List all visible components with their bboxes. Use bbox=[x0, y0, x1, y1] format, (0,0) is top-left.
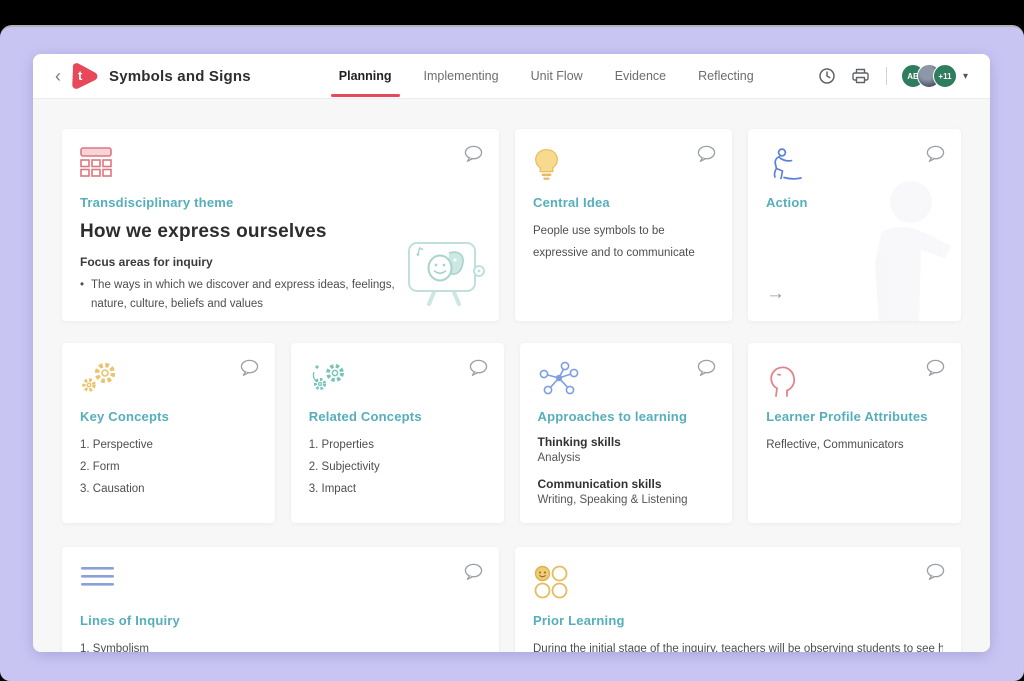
concept-list: 1. Perspective 2. Form 3. Causation bbox=[80, 435, 257, 501]
attributes-text: Reflective, Communicators bbox=[766, 435, 943, 457]
app-window: ‹ t Symbols and Signs Planning Implement… bbox=[33, 54, 990, 652]
card-prior-learning[interactable]: Prior Learning During the initial stage … bbox=[515, 547, 961, 652]
inquiry-list: 1. Symbolism bbox=[80, 639, 481, 652]
collaborator-avatars[interactable]: AB +11 ▾ bbox=[901, 64, 968, 88]
skill-section-text: Writing, Speaking & Listening bbox=[538, 494, 715, 506]
print-icon[interactable] bbox=[850, 65, 872, 87]
comment-bubble-icon[interactable] bbox=[468, 358, 489, 382]
toddle-logo[interactable]: t bbox=[69, 61, 99, 91]
network-molecule-icon bbox=[538, 361, 715, 395]
card-row-1: Transdisciplinary theme How we express o… bbox=[62, 129, 961, 321]
card-label: Central Idea bbox=[533, 195, 714, 210]
skills-sections: Thinking skills Analysis Communication s… bbox=[538, 435, 715, 506]
comment-bubble-icon[interactable] bbox=[463, 144, 484, 168]
gears-icon bbox=[80, 361, 257, 395]
list-item: 3. Causation bbox=[80, 479, 257, 501]
prior-learning-text: During the initial stage of the inquiry,… bbox=[533, 639, 943, 652]
card-label: Lines of Inquiry bbox=[80, 613, 481, 628]
comment-bubble-icon[interactable] bbox=[925, 358, 946, 382]
expand-arrow-icon[interactable]: → bbox=[766, 283, 785, 305]
tab-reflecting[interactable]: Reflecting bbox=[698, 54, 754, 99]
unit-title: Symbols and Signs bbox=[109, 68, 251, 85]
theatre-masks-illustration bbox=[403, 238, 489, 313]
logo-letter: t bbox=[78, 68, 82, 83]
comment-bubble-icon[interactable] bbox=[696, 358, 717, 382]
card-label: Transdisciplinary theme bbox=[80, 195, 481, 210]
card-row-2: Key Concepts 1. Perspective 2. Form 3. C… bbox=[62, 343, 961, 523]
focus-area-text: The ways in which we discover and expres… bbox=[91, 276, 425, 314]
chevron-down-icon[interactable]: ▾ bbox=[963, 71, 968, 82]
tab-unit-flow[interactable]: Unit Flow bbox=[531, 54, 583, 99]
calendar-grid-icon bbox=[80, 147, 481, 181]
card-action[interactable]: Action → bbox=[748, 129, 961, 321]
card-label: Approaches to learning bbox=[538, 409, 715, 424]
focus-area-item: • The ways in which we discover and expr… bbox=[80, 276, 425, 314]
list-item: 1. Perspective bbox=[80, 435, 257, 457]
bullet-glyph: • bbox=[80, 276, 84, 314]
card-approaches-to-learning[interactable]: Approaches to learning Thinking skills A… bbox=[520, 343, 733, 523]
avatar-overflow-count[interactable]: +11 bbox=[933, 64, 957, 88]
tab-planning[interactable]: Planning bbox=[339, 54, 392, 99]
skill-section-title: Thinking skills bbox=[538, 435, 715, 449]
comment-bubble-icon[interactable] bbox=[925, 144, 946, 168]
list-item: 2. Form bbox=[80, 457, 257, 479]
card-key-concepts[interactable]: Key Concepts 1. Perspective 2. Form 3. C… bbox=[62, 343, 275, 523]
lightbulb-icon bbox=[533, 147, 714, 181]
card-learner-profile-attributes[interactable]: Learner Profile Attributes Reflective, C… bbox=[748, 343, 961, 523]
header-divider bbox=[886, 67, 887, 85]
skill-section-text: Analysis bbox=[538, 452, 715, 464]
card-row-3: Lines of Inquiry 1. Symbolism bbox=[62, 547, 961, 652]
circles-smiley-icon bbox=[533, 565, 943, 599]
card-label: Related Concepts bbox=[309, 409, 486, 424]
list-item: 1. Properties bbox=[309, 435, 486, 457]
action-person-icon bbox=[766, 147, 943, 181]
card-label: Learner Profile Attributes bbox=[766, 409, 943, 424]
card-label: Action bbox=[766, 195, 943, 210]
list-item: 3. Impact bbox=[309, 479, 486, 501]
comment-bubble-icon[interactable] bbox=[239, 358, 260, 382]
desktop-background: ‹ t Symbols and Signs Planning Implement… bbox=[0, 25, 1024, 681]
skill-section-title: Communication skills bbox=[538, 477, 715, 491]
comment-bubble-icon[interactable] bbox=[925, 562, 946, 586]
card-label: Key Concepts bbox=[80, 409, 257, 424]
gears-orbit-icon bbox=[309, 361, 486, 395]
header-actions: AB +11 ▾ bbox=[816, 64, 968, 88]
tab-implementing[interactable]: Implementing bbox=[424, 54, 499, 99]
list-item: 1. Symbolism bbox=[80, 639, 481, 652]
card-central-idea[interactable]: Central Idea People use symbols to be ex… bbox=[515, 129, 732, 321]
central-idea-text: People use symbols to be expressive and … bbox=[533, 221, 714, 265]
list-item: 2. Subjectivity bbox=[309, 457, 486, 479]
card-related-concepts[interactable]: Related Concepts 1. Properties 2. Subjec… bbox=[291, 343, 504, 523]
concept-list: 1. Properties 2. Subjectivity 3. Impact bbox=[309, 435, 486, 501]
card-lines-of-inquiry[interactable]: Lines of Inquiry 1. Symbolism bbox=[62, 547, 499, 652]
history-clock-icon[interactable] bbox=[816, 65, 838, 87]
three-lines-icon bbox=[80, 565, 481, 599]
tab-bar: Planning Implementing Unit Flow Evidence… bbox=[339, 54, 754, 99]
app-header: ‹ t Symbols and Signs Planning Implement… bbox=[33, 54, 990, 99]
comment-bubble-icon[interactable] bbox=[696, 144, 717, 168]
card-label: Prior Learning bbox=[533, 613, 943, 628]
head-profile-icon bbox=[766, 361, 943, 395]
comment-bubble-icon[interactable] bbox=[463, 562, 484, 586]
card-transdisciplinary-theme[interactable]: Transdisciplinary theme How we express o… bbox=[62, 129, 499, 321]
planning-board: Transdisciplinary theme How we express o… bbox=[33, 99, 990, 652]
back-chevron-icon[interactable]: ‹ bbox=[55, 67, 61, 85]
tab-evidence[interactable]: Evidence bbox=[615, 54, 666, 99]
